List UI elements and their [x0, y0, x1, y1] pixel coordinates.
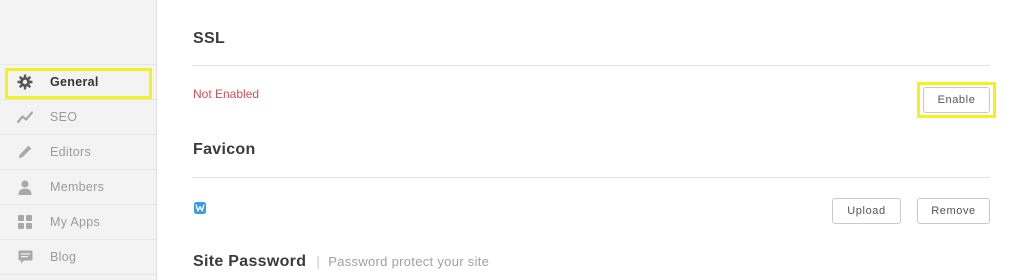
remove-favicon-button[interactable]: Remove: [917, 198, 990, 224]
site-password-title: Site Password: [193, 253, 307, 270]
site-password-subtitle: Password protect your site: [328, 254, 490, 269]
sidebar-item-blog[interactable]: Blog: [0, 240, 156, 275]
sidebar-item-label: Blog: [50, 250, 77, 264]
ssl-status-text: Not Enabled: [193, 87, 260, 101]
pencil-icon: [16, 143, 34, 161]
apps-grid-icon: [16, 213, 34, 231]
sidebar: General SEO Editors Members My Apps Blog: [0, 0, 157, 280]
sidebar-item-label: Members: [50, 180, 105, 194]
blog-icon: [16, 248, 34, 266]
weebly-favicon-icon: [194, 201, 206, 219]
site-password-header: Site Password | Password protect your si…: [193, 253, 489, 271]
favicon-divider: [193, 177, 990, 178]
sidebar-item-members[interactable]: Members: [0, 170, 156, 205]
sidebar-item-label: SEO: [50, 110, 78, 124]
ssl-title: SSL: [193, 30, 226, 47]
sidebar-item-label: General: [50, 75, 99, 89]
enable-ssl-button[interactable]: Enable: [923, 87, 990, 113]
sidebar-item-label: Editors: [50, 145, 92, 159]
sidebar-item-seo[interactable]: SEO: [0, 100, 156, 135]
sidebar-item-label: My Apps: [50, 215, 101, 229]
user-icon: [16, 178, 34, 196]
title-separator: |: [316, 253, 321, 269]
upload-favicon-button[interactable]: Upload: [832, 198, 901, 224]
gear-icon: [16, 73, 34, 91]
sidebar-item-editors[interactable]: Editors: [0, 135, 156, 170]
favicon-title: Favicon: [193, 141, 256, 158]
sidebar-item-general[interactable]: General: [0, 65, 156, 100]
ssl-divider: [193, 65, 990, 66]
sidebar-item-my-apps[interactable]: My Apps: [0, 205, 156, 240]
trend-icon: [16, 108, 34, 126]
